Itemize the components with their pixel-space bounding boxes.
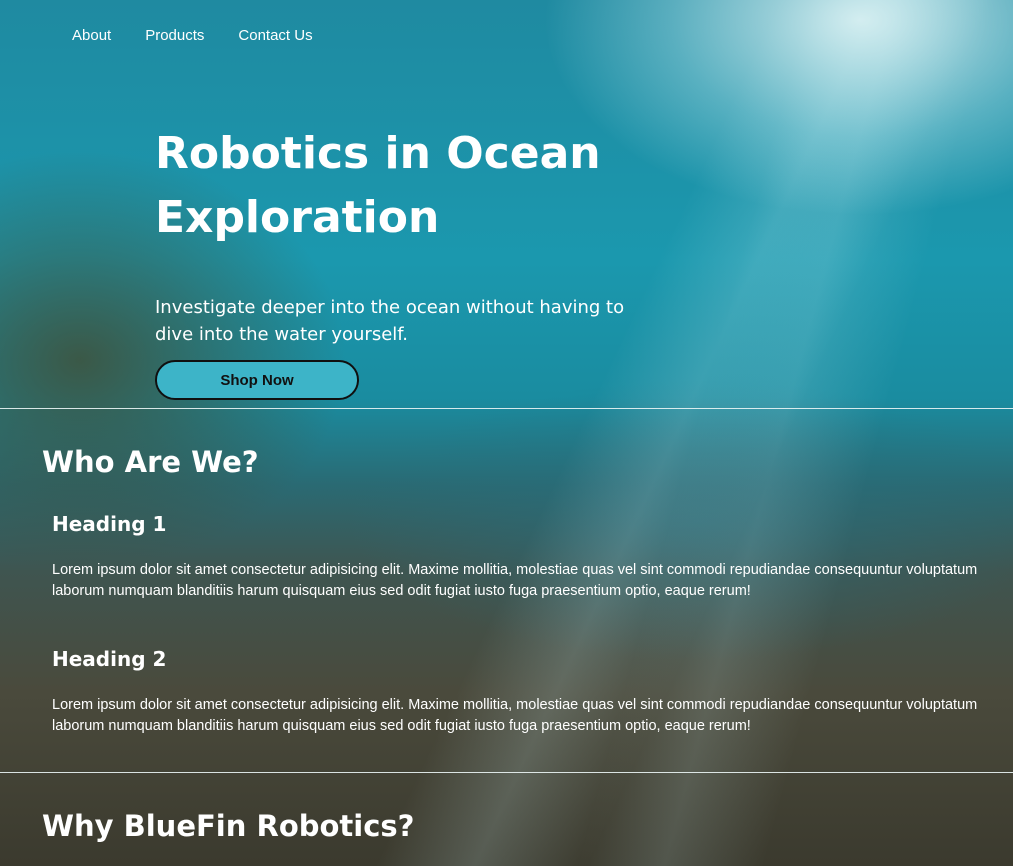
section-divider [0, 772, 1013, 773]
who-item-1: Heading 1 Lorem ipsum dolor sit amet con… [52, 510, 982, 599]
item-heading: Heading 1 [52, 512, 167, 536]
nav-about-link[interactable]: About [72, 27, 111, 44]
who-item-2: Heading 2 Lorem ipsum dolor sit amet con… [52, 645, 982, 734]
nav-contact-link[interactable]: Contact Us [238, 27, 312, 44]
section-divider [0, 408, 1013, 409]
top-nav: About Products Contact Us [72, 27, 313, 44]
hero-title: Robotics in Ocean Exploration [155, 122, 715, 250]
hero-title-line-2: Exploration [155, 192, 440, 243]
item-heading: Heading 2 [52, 647, 167, 671]
why-bluefin-title: Why BlueFin Robotics? [42, 809, 415, 843]
hero-section: Robotics in Ocean Exploration Investigat… [155, 122, 715, 348]
item-body: Lorem ipsum dolor sit amet consectetur a… [52, 562, 978, 599]
hero-title-line-1: Robotics in Ocean [155, 128, 601, 179]
item-body: Lorem ipsum dolor sit amet consectetur a… [52, 697, 978, 734]
nav-products-link[interactable]: Products [145, 27, 204, 44]
who-are-we-title: Who Are We? [42, 445, 259, 479]
shop-now-button[interactable]: Shop Now [155, 360, 359, 400]
hero-subtitle: Investigate deeper into the ocean withou… [155, 297, 625, 345]
